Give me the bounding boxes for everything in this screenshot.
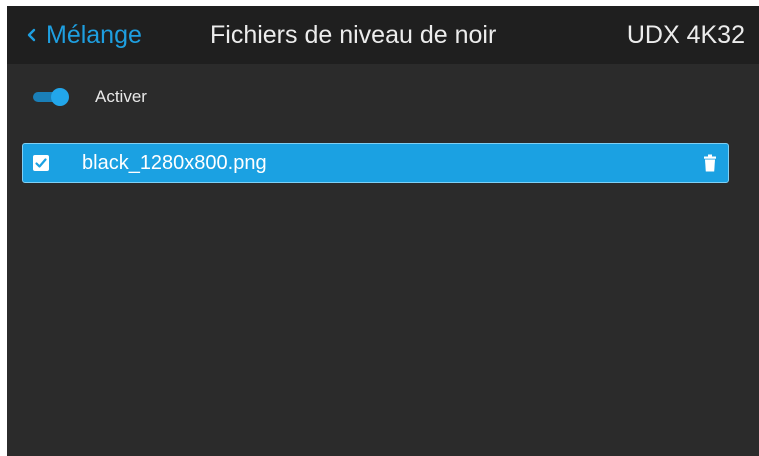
enable-toggle-row: Activer: [33, 84, 147, 110]
trash-icon[interactable]: [704, 154, 716, 172]
back-button[interactable]: Mélange: [27, 6, 142, 64]
file-name: black_1280x800.png: [82, 152, 267, 174]
header-bar: Mélange Fichiers de niveau de noir UDX 4…: [7, 6, 759, 64]
toggle-knob: [51, 88, 69, 106]
file-list-item[interactable]: black_1280x800.png: [22, 143, 729, 183]
page-title: Fichiers de niveau de noir: [210, 21, 497, 49]
checkbox-checked-icon[interactable]: [33, 155, 49, 171]
screen: Mélange Fichiers de niveau de noir UDX 4…: [7, 6, 759, 456]
enable-toggle[interactable]: [33, 87, 69, 107]
back-label: Mélange: [46, 20, 142, 49]
chevron-left-icon: [27, 27, 36, 43]
device-model: UDX 4K32: [626, 21, 745, 49]
enable-toggle-label: Activer: [95, 87, 147, 106]
